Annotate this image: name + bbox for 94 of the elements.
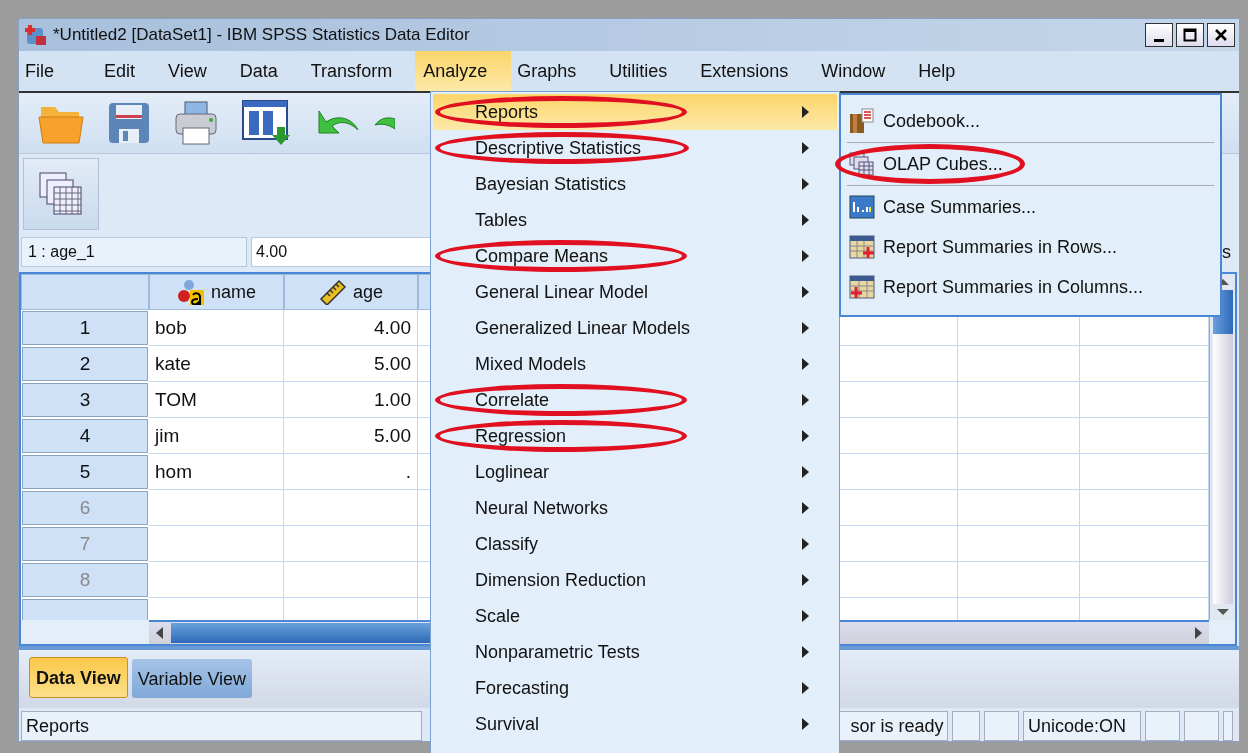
menu-item[interactable]: Window bbox=[819, 51, 900, 91]
row-number[interactable]: 5 bbox=[22, 455, 148, 489]
table-cell: 5.00 bbox=[284, 418, 418, 454]
menu-item[interactable]: Loglinear bbox=[433, 454, 837, 490]
menu-item[interactable]: Neural Networks bbox=[433, 490, 837, 526]
submenu-arrow-icon bbox=[801, 177, 811, 191]
status-message: Reports bbox=[21, 711, 423, 741]
submenu-arrow-icon bbox=[801, 321, 811, 335]
maximize-button[interactable] bbox=[1176, 23, 1204, 47]
submenu-arrow-icon bbox=[801, 213, 811, 227]
menu-item[interactable]: Scale bbox=[433, 598, 837, 634]
column-header[interactable]: age bbox=[284, 274, 418, 310]
string-variable-icon bbox=[177, 279, 205, 305]
print-icon[interactable] bbox=[173, 100, 219, 146]
table-cell: hom bbox=[149, 454, 284, 490]
menu-item[interactable]: File bbox=[23, 51, 68, 91]
close-button[interactable] bbox=[1207, 23, 1235, 47]
app-icon bbox=[25, 24, 47, 46]
view-tab[interactable]: Variable View bbox=[131, 659, 253, 698]
submenu-arrow-icon bbox=[801, 393, 811, 407]
menu-item[interactable]: Bayesian Statistics bbox=[433, 166, 837, 202]
row-number[interactable]: 4 bbox=[22, 419, 148, 453]
import-data-icon[interactable] bbox=[241, 99, 291, 147]
menu-item[interactable]: Extensions bbox=[698, 51, 803, 91]
submenu-arrow-icon bbox=[801, 537, 811, 551]
menu-item[interactable]: Codebook... bbox=[841, 101, 1220, 141]
vertical-scrollbar[interactable] bbox=[1209, 274, 1235, 620]
row-number[interactable]: 2 bbox=[22, 347, 148, 381]
menu-item[interactable]: Compare Means bbox=[433, 238, 837, 274]
submenu-arrow-icon bbox=[801, 609, 811, 623]
maximize-icon bbox=[1183, 28, 1197, 42]
menu-item[interactable]: Tables bbox=[433, 202, 837, 238]
menu-item[interactable]: Dimension Reduction bbox=[433, 562, 837, 598]
window-title: *Untitled2 [DataSet1] - IBM SPSS Statistics Data Editor bbox=[53, 25, 470, 45]
submenu-arrow-icon bbox=[801, 645, 811, 659]
menu-item[interactable]: Analyze bbox=[415, 51, 512, 91]
save-icon[interactable] bbox=[107, 101, 151, 145]
submenu-arrow-icon bbox=[801, 429, 811, 443]
table-cell: jim bbox=[149, 418, 284, 454]
column-header[interactable]: name bbox=[149, 274, 284, 310]
menu-item[interactable]: Mixed Models bbox=[433, 346, 837, 382]
menu-item[interactable]: Reports bbox=[433, 94, 837, 130]
ruler-icon bbox=[318, 279, 347, 305]
table-cell: bob bbox=[149, 310, 284, 346]
numbered-list-icon bbox=[849, 195, 875, 219]
submenu-arrow-icon bbox=[801, 717, 811, 731]
menu-item[interactable]: Correlate bbox=[433, 382, 837, 418]
minimize-button[interactable] bbox=[1145, 23, 1173, 47]
submenu-arrow-icon bbox=[801, 357, 811, 371]
submenu-arrow-icon bbox=[801, 141, 811, 155]
row-number[interactable]: 3 bbox=[22, 383, 148, 417]
menu-item[interactable]: OLAP Cubes... bbox=[841, 144, 1220, 184]
menu-item[interactable]: Report Summaries in Columns... bbox=[841, 267, 1220, 307]
menu-item[interactable]: Utilities bbox=[607, 51, 682, 91]
minimize-icon bbox=[1154, 38, 1164, 42]
table-cell: 5.00 bbox=[284, 346, 418, 382]
table-cell: 4.00 bbox=[284, 310, 418, 346]
table-cell: . bbox=[284, 454, 418, 490]
menu-item[interactable]: Generalized Linear Models bbox=[433, 310, 837, 346]
submenu-arrow-icon bbox=[801, 573, 811, 587]
datasets-icon[interactable] bbox=[23, 158, 99, 230]
menu-item[interactable]: Transform bbox=[308, 51, 407, 91]
view-tab[interactable]: Data View bbox=[29, 657, 128, 698]
menu-item[interactable]: View bbox=[166, 51, 221, 91]
menu-item[interactable]: General Linear Model bbox=[433, 274, 837, 310]
menu-item[interactable]: Nonparametric Tests bbox=[433, 634, 837, 670]
variable-count: s bbox=[1222, 241, 1231, 263]
cell-reference: 1 : age_1 bbox=[21, 237, 247, 267]
table-cell: 1.00 bbox=[284, 382, 418, 418]
menu-item[interactable]: Data bbox=[237, 51, 292, 91]
menu-item[interactable]: Regression bbox=[433, 418, 837, 454]
menu-item[interactable]: Report Summaries in Rows... bbox=[841, 227, 1220, 267]
table-cell: TOM bbox=[149, 382, 284, 418]
book-icon bbox=[849, 108, 875, 134]
menu-item[interactable]: Classify bbox=[433, 526, 837, 562]
tables-icon bbox=[849, 151, 875, 177]
menu-item[interactable]: Forecasting bbox=[433, 670, 837, 706]
submenu-arrow-icon bbox=[801, 249, 811, 263]
unicode-status: Unicode:ON bbox=[1022, 711, 1141, 741]
submenu-arrow-icon bbox=[801, 681, 811, 695]
submenu-arrow-icon bbox=[801, 465, 811, 479]
table-cell: kate bbox=[149, 346, 284, 382]
row-number[interactable]: 1 bbox=[22, 311, 148, 345]
menu-item[interactable]: Help bbox=[916, 51, 970, 91]
submenu-arrow-icon bbox=[801, 501, 811, 515]
close-icon bbox=[1214, 28, 1228, 42]
menu-item[interactable]: Case Summaries... bbox=[841, 187, 1220, 227]
table-add-icon bbox=[849, 235, 875, 259]
menu-item[interactable]: Graphs bbox=[515, 51, 591, 91]
table-add-icon bbox=[849, 275, 875, 299]
menu-item[interactable]: Descriptive Statistics bbox=[433, 130, 837, 166]
submenu-arrow-icon bbox=[801, 105, 811, 119]
submenu-arrow-icon bbox=[801, 285, 811, 299]
menu-item[interactable]: Edit bbox=[102, 51, 150, 91]
